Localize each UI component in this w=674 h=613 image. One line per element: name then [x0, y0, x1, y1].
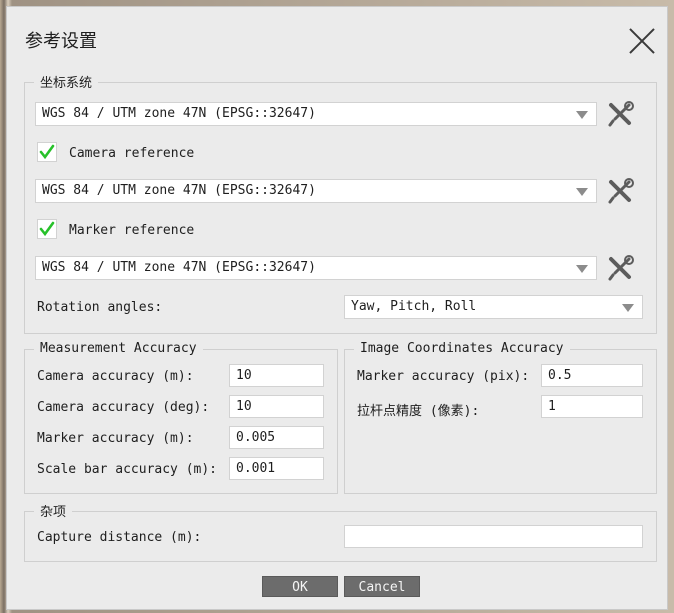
crs-primary-value: WGS 84 / UTM zone 47N (EPSG::32647) [42, 106, 316, 121]
rotation-angles-value: Yaw, Pitch, Roll [351, 299, 477, 314]
dialog-title: 参考设置 [25, 31, 97, 52]
rotation-angles-label: Rotation angles: [37, 300, 163, 315]
camera-reference-checkbox[interactable] [37, 142, 57, 162]
marker-reference-label: Marker reference [69, 223, 195, 238]
scale-bar-accuracy-input[interactable]: 0.001 [229, 457, 324, 480]
camera-accuracy-deg-label: Camera accuracy (deg): [37, 400, 210, 415]
camera-crs-select[interactable]: WGS 84 / UTM zone 47N (EPSG::32647) [35, 179, 597, 203]
scale-bar-accuracy-label: Scale bar accuracy (m): [37, 462, 218, 477]
capture-distance-label: Capture distance (m): [37, 530, 202, 545]
camera-accuracy-m-label: Camera accuracy (m): [37, 369, 194, 384]
chevron-down-icon [576, 111, 588, 119]
chevron-down-icon [622, 304, 634, 312]
misc-legend: 杂项 [34, 501, 73, 520]
marker-accuracy-m-label: Marker accuracy (m): [37, 431, 194, 446]
image-accuracy-legend: Image Coordinates Accuracy [354, 341, 570, 356]
coordinate-system-legend: 坐标系统 [34, 72, 99, 91]
marker-reference-checkbox[interactable] [37, 219, 57, 239]
marker-crs-value: WGS 84 / UTM zone 47N (EPSG::32647) [42, 260, 316, 275]
capture-distance-input[interactable] [344, 525, 643, 548]
camera-accuracy-deg-input[interactable]: 10 [229, 395, 324, 418]
tie-point-accuracy-label: 拉杆点精度 (像素): [357, 404, 480, 419]
tools-icon[interactable] [607, 255, 635, 281]
chevron-down-icon [576, 188, 588, 196]
marker-crs-select[interactable]: WGS 84 / UTM zone 47N (EPSG::32647) [35, 256, 597, 280]
check-icon [39, 221, 55, 237]
cancel-button[interactable]: Cancel [344, 576, 420, 597]
rotation-angles-select[interactable]: Yaw, Pitch, Roll [344, 295, 643, 319]
measurement-accuracy-legend: Measurement Accuracy [34, 341, 203, 356]
marker-accuracy-pix-label: Marker accuracy (pix): [357, 369, 530, 384]
camera-reference-label: Camera reference [69, 146, 195, 161]
marker-accuracy-m-input[interactable]: 0.005 [229, 426, 324, 449]
close-icon[interactable] [628, 27, 656, 55]
check-icon [39, 144, 55, 160]
reference-settings-dialog: 参考设置 坐标系统 WGS 84 / UTM zone 47N (EPSG::3… [6, 6, 668, 610]
crs-primary-select[interactable]: WGS 84 / UTM zone 47N (EPSG::32647) [35, 102, 597, 126]
ok-button[interactable]: OK [262, 576, 338, 597]
tools-icon[interactable] [607, 101, 635, 127]
camera-crs-value: WGS 84 / UTM zone 47N (EPSG::32647) [42, 183, 316, 198]
camera-accuracy-m-input[interactable]: 10 [229, 364, 324, 387]
tie-point-accuracy-input[interactable]: 1 [541, 395, 643, 418]
marker-accuracy-pix-input[interactable]: 0.5 [541, 364, 643, 387]
chevron-down-icon [576, 265, 588, 273]
tools-icon[interactable] [607, 178, 635, 204]
